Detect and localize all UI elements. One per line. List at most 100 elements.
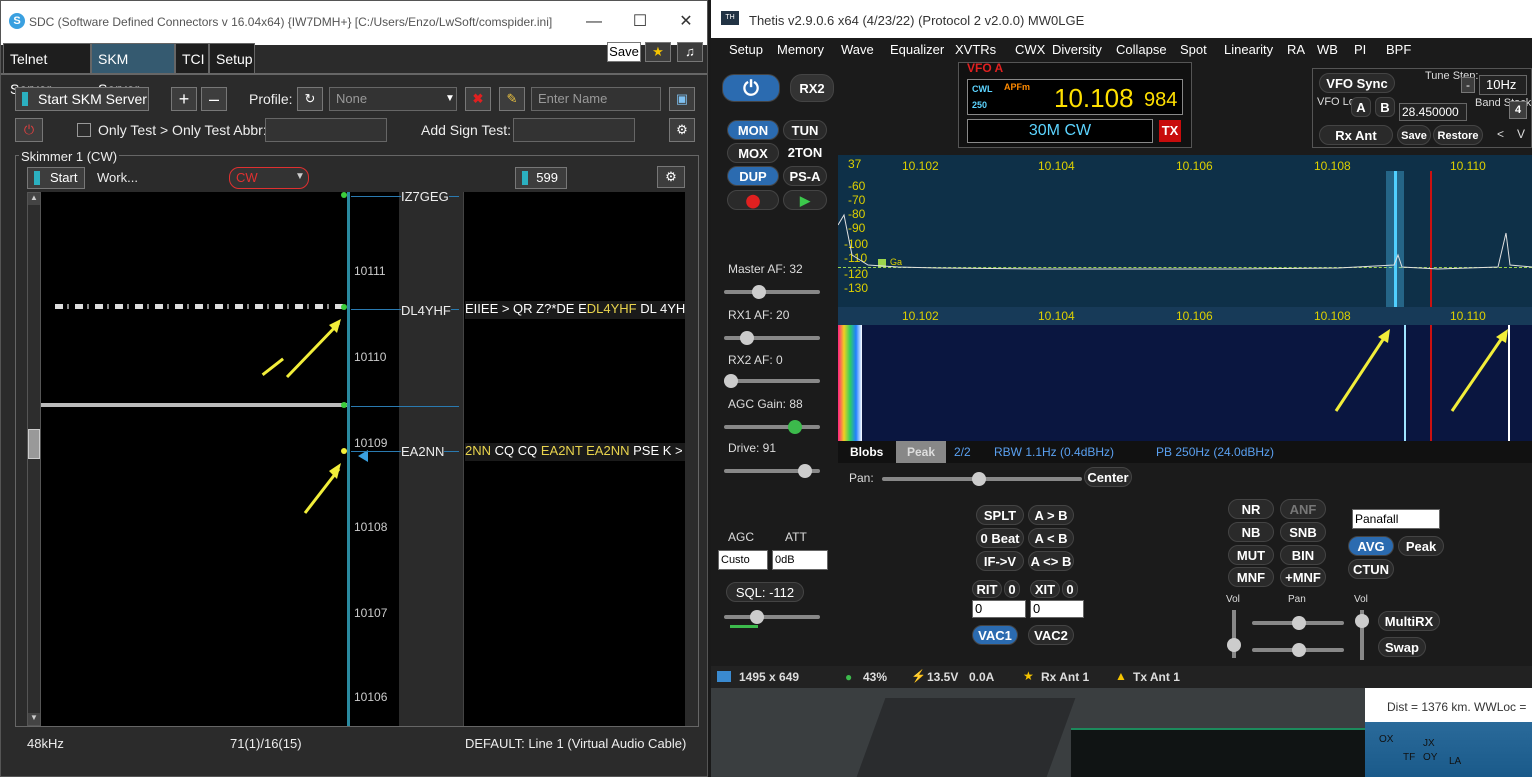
tab-tci[interactable]: TCI <box>175 43 209 73</box>
vac1-button[interactable]: VAC1 <box>972 625 1018 645</box>
delete-icon[interactable]: ✖ <box>465 87 491 111</box>
start-skm-server-button[interactable]: Start SKM Server <box>15 87 149 111</box>
agc-gain-slider[interactable] <box>724 420 820 434</box>
enter-name-input[interactable]: Enter Name <box>531 87 661 111</box>
vac2-button[interactable]: VAC2 <box>1028 625 1074 645</box>
mox-button[interactable]: MOX <box>727 143 779 163</box>
tab-setup[interactable]: Setup <box>209 43 255 73</box>
panafall-select[interactable]: Panafall <box>1352 509 1440 529</box>
edit-icon[interactable]: ✎ <box>499 87 525 111</box>
xit-button[interactable]: XIT <box>1030 580 1060 598</box>
menu-collapse[interactable]: Collapse <box>1116 42 1167 57</box>
band-display[interactable]: 30M CW <box>967 119 1153 143</box>
snb-button[interactable]: SNB <box>1280 522 1326 542</box>
scroll-up-icon[interactable]: ▲ <box>28 193 40 205</box>
slider-knob[interactable] <box>1227 638 1241 652</box>
att-select[interactable]: 0dB <box>772 550 828 570</box>
rit-button[interactable]: RIT <box>972 580 1002 598</box>
multirx-button[interactable]: MultiRX <box>1378 611 1440 631</box>
splt-button[interactable]: SPLT <box>976 505 1024 525</box>
menu-pi[interactable]: PI <box>1354 42 1366 57</box>
thetis-waterfall[interactable] <box>838 325 1532 441</box>
panadapter[interactable]: 37 10.102 10.104 10.106 10.108 10.110 -6… <box>838 155 1532 325</box>
a-to-b-button[interactable]: A > B <box>1028 505 1074 525</box>
rx1-af-slider[interactable] <box>724 331 820 345</box>
lock-b-button[interactable]: B <box>1375 97 1395 117</box>
avg-button[interactable]: AVG <box>1348 536 1394 556</box>
record-icon[interactable]: ⬤ <box>727 190 779 210</box>
peak-button[interactable]: Peak <box>1398 536 1444 556</box>
rx2-af-slider[interactable] <box>724 374 820 388</box>
mut-button[interactable]: MUT <box>1228 545 1274 565</box>
only-test-abbr-input[interactable] <box>265 118 387 142</box>
peak-toggle[interactable]: Peak <box>896 441 946 463</box>
profile-select[interactable]: None <box>329 87 457 111</box>
pan-slider[interactable] <box>882 472 1082 486</box>
mon-button[interactable]: MON <box>727 120 779 140</box>
slider-knob[interactable] <box>1292 616 1306 630</box>
callsign-label[interactable]: IZ7GEG <box>401 189 449 204</box>
swap-button[interactable]: Swap <box>1378 637 1426 657</box>
slider-knob[interactable] <box>1292 643 1306 657</box>
blobs-label[interactable]: Blobs <box>850 445 883 459</box>
menu-memory[interactable]: Memory <box>777 42 824 57</box>
mnf-button[interactable]: MNF <box>1228 567 1274 587</box>
waterfall-scrollbar[interactable]: ▲ ▼ <box>27 192 41 726</box>
refresh-icon[interactable]: ↻ <box>297 87 323 111</box>
star-icon[interactable]: ★ <box>645 42 671 62</box>
2ton-button[interactable]: 2TON <box>783 143 827 163</box>
band-stack-number[interactable]: 4 <box>1509 101 1527 119</box>
bin-button[interactable]: BIN <box>1280 545 1326 565</box>
lock-a-button[interactable]: A <box>1351 97 1371 117</box>
slider-knob[interactable] <box>798 464 812 478</box>
master-af-slider[interactable] <box>724 285 820 299</box>
scroll-down-icon[interactable]: ▼ <box>28 713 40 725</box>
save-band-button[interactable]: Save <box>1397 125 1431 145</box>
nr-button[interactable]: NR <box>1228 499 1274 519</box>
menu-linearity[interactable]: Linearity <box>1224 42 1273 57</box>
skimmer-gear-icon[interactable]: ⚙ <box>657 166 685 188</box>
menu-cwx[interactable]: CWX <box>1015 42 1045 57</box>
decoded-line[interactable]: 2NN CQ CQ EA2NT EA2NN PSE K > <box>465 443 685 461</box>
only-test-checkbox[interactable] <box>77 123 91 137</box>
wpm-button[interactable]: 599 <box>515 167 567 189</box>
rx2-button[interactable]: RX2 <box>790 74 834 102</box>
map-view[interactable]: OX JX OY TF LA <box>1365 722 1532 777</box>
v-icon[interactable]: V <box>1517 127 1525 141</box>
slider-knob[interactable] <box>750 610 764 624</box>
menu-equalizer[interactable]: Equalizer <box>890 42 944 57</box>
menu-bpf[interactable]: BPF <box>1386 42 1411 57</box>
lock-frequency[interactable]: 28.450000 <box>1399 103 1467 121</box>
if-to-v-button[interactable]: IF->V <box>976 551 1024 571</box>
save-button[interactable]: Save <box>607 42 641 62</box>
ps-a-button[interactable]: PS-A <box>783 166 827 186</box>
tx-indicator[interactable]: TX <box>1159 120 1181 142</box>
agc-select[interactable]: Custo <box>718 550 768 570</box>
image-icon[interactable]: ▣ <box>669 87 695 111</box>
vfo-display[interactable]: CWL APFm 250 10.108 984 <box>967 79 1183 115</box>
close-button[interactable]: ✕ <box>671 9 701 35</box>
menu-ra[interactable]: RA <box>1287 42 1305 57</box>
decoded-line[interactable]: EIIEE > QR Z?*DE EDL4YHF DL 4YH <box>465 301 685 319</box>
slider-knob[interactable] <box>788 420 802 434</box>
power-icon[interactable]: ⏻ <box>15 118 43 142</box>
vfo-sync-button[interactable]: VFO Sync <box>1319 73 1395 93</box>
dup-button[interactable]: DUP <box>727 166 779 186</box>
restore-button[interactable]: Restore <box>1433 125 1483 145</box>
zero-beat-button[interactable]: 0 Beat <box>976 528 1024 548</box>
slider-knob[interactable] <box>972 472 986 486</box>
pan2-slider[interactable] <box>1252 616 1344 630</box>
tx-antenna[interactable]: Tx Ant 1 <box>1133 670 1180 684</box>
anf-button[interactable]: ANF <box>1280 499 1326 519</box>
tune-step-value[interactable]: 10Hz <box>1479 75 1527 95</box>
menu-diversity[interactable]: Diversity <box>1052 42 1102 57</box>
menu-wb[interactable]: WB <box>1317 42 1338 57</box>
bell-icon[interactable]: ♫ <box>677 42 703 62</box>
play-icon[interactable]: ▶ <box>783 190 827 210</box>
arrow-left-icon[interactable]: < <box>1497 127 1504 141</box>
menu-spot[interactable]: Spot <box>1180 42 1207 57</box>
slider-knob[interactable] <box>740 331 754 345</box>
xit-spinner[interactable]: 0 <box>1030 600 1084 618</box>
sql-button[interactable]: SQL: -112 <box>726 582 804 602</box>
tab-skm-server[interactable]: SKM Server <box>91 43 175 97</box>
